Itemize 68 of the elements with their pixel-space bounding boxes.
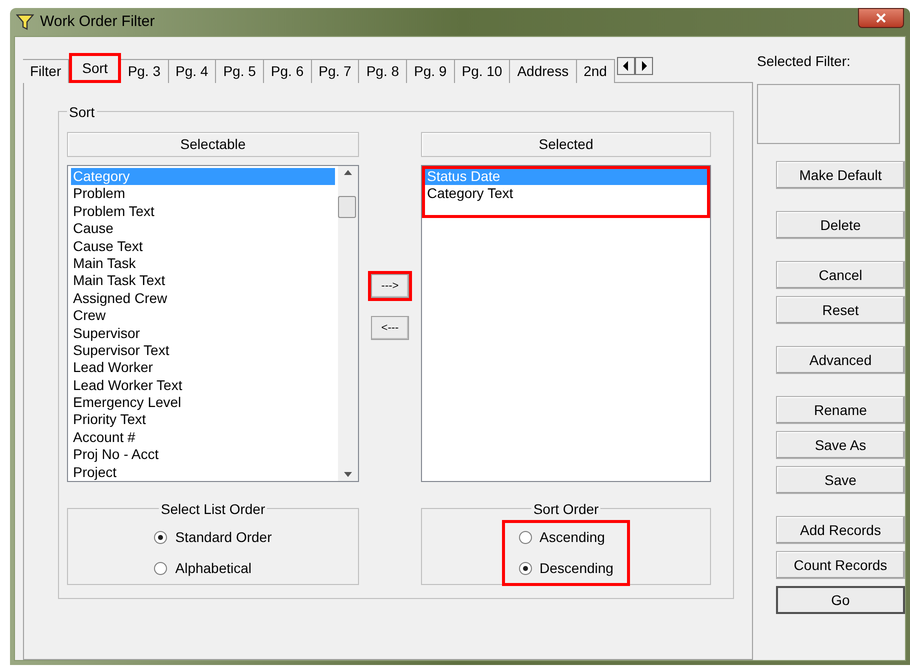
action-button[interactable]: Count Records <box>776 551 905 579</box>
list-item[interactable]: Crew <box>71 307 335 325</box>
radio-label: Alphabetical <box>175 559 252 578</box>
list-item[interactable]: Cause Text <box>71 238 335 255</box>
tab[interactable]: Pg. 8 <box>359 59 408 83</box>
scrollbar[interactable] <box>338 166 358 481</box>
radio-button[interactable] <box>154 531 168 544</box>
scroll-left-button[interactable] <box>616 57 635 75</box>
list-box[interactable] <box>67 165 359 482</box>
tab[interactable]: Address <box>510 59 577 83</box>
close-button[interactable] <box>858 8 904 28</box>
tab[interactable]: 2nd <box>576 59 615 83</box>
radio-button[interactable] <box>154 562 168 575</box>
list-item[interactable]: Account # <box>71 428 335 446</box>
radio-button[interactable] <box>518 531 532 544</box>
list-item[interactable]: Supervisor Text <box>71 342 335 360</box>
list-header: Selectable <box>67 132 359 157</box>
tab[interactable]: Pg. 3 <box>120 59 169 83</box>
list-item[interactable]: Lead Worker <box>71 359 335 377</box>
list-item[interactable]: Emergency Level <box>71 394 335 412</box>
list-item[interactable]: Priority Text <box>71 411 335 429</box>
action-button[interactable]: Save <box>776 466 905 494</box>
list-item[interactable]: Proj No - Acct <box>71 446 335 464</box>
action-button[interactable]: Make Default <box>776 161 905 189</box>
scroll-right-button[interactable] <box>634 57 653 75</box>
list-item[interactable]: Project <box>71 464 335 482</box>
action-button[interactable]: Reset <box>776 296 905 324</box>
selected-filter-label: Selected Filter: <box>757 52 852 71</box>
list-header: Selected <box>421 132 711 157</box>
radio-label: Descending <box>540 559 614 578</box>
action-button[interactable]: Delete <box>776 211 905 239</box>
move-button[interactable]: <--- <box>371 316 409 340</box>
action-button[interactable]: Go <box>776 586 905 614</box>
radio-label: Ascending <box>540 528 605 547</box>
action-button[interactable]: Save As <box>776 431 905 459</box>
list-item[interactable]: Supervisor <box>71 324 335 342</box>
list-item[interactable]: Category Text <box>425 185 707 203</box>
list-item[interactable]: Assigned Crew <box>71 290 335 308</box>
scroll-thumb[interactable] <box>338 196 356 218</box>
scroll-down-icon <box>344 472 352 477</box>
close-icon <box>876 13 886 23</box>
action-button[interactable]: Advanced <box>776 346 905 374</box>
move-button[interactable]: ---> <box>371 274 409 298</box>
radio-label: Standard Order <box>175 528 272 547</box>
radio-button[interactable] <box>518 562 532 575</box>
list-item[interactable]: Cause <box>71 220 335 238</box>
list-box[interactable]: Status Date Category Text <box>421 165 711 482</box>
tab[interactable]: Pg. 7 <box>312 59 360 83</box>
scroll-up-icon <box>344 170 352 175</box>
list-item[interactable]: Main Task Text <box>71 272 335 290</box>
tab[interactable]: Pg. 10 <box>454 59 510 83</box>
window-title: Work Order Filter <box>40 12 155 32</box>
funnel-icon <box>16 13 34 31</box>
action-button[interactable]: Add Records <box>776 516 905 544</box>
tab[interactable]: Pg. 5 <box>216 59 264 83</box>
list-item[interactable]: Problem <box>71 185 335 203</box>
list-item[interactable]: Lead Worker Text <box>71 376 335 394</box>
tab[interactable]: Sort <box>69 53 121 83</box>
action-button[interactable]: Cancel <box>776 261 905 289</box>
list-item[interactable]: Problem Text <box>71 202 335 220</box>
tab[interactable]: Pg. 4 <box>168 59 216 83</box>
action-button[interactable]: Rename <box>776 396 905 424</box>
tab[interactable]: Pg. 9 <box>407 59 455 83</box>
selected-filter-field[interactable] <box>757 84 900 144</box>
tab[interactable]: Pg. 6 <box>264 59 312 83</box>
list-item[interactable]: Main Task <box>71 254 335 272</box>
left-arrow-icon <box>620 60 631 72</box>
tab[interactable]: Filter <box>23 59 70 83</box>
